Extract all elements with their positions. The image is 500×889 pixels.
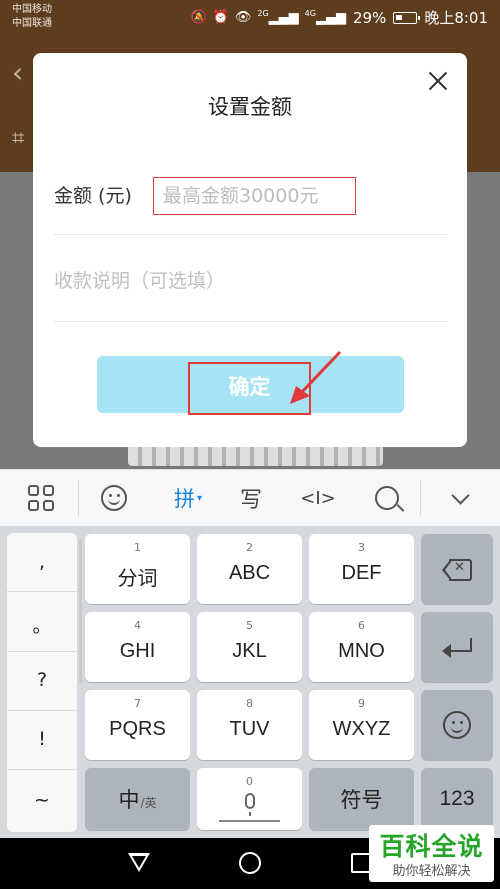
note-input[interactable]: 收款说明（可选填）: [54, 266, 225, 293]
watermark-logo: 百科全说 助你轻松解决: [369, 825, 494, 882]
punct-divider: [7, 651, 77, 652]
space-bar-line: [219, 820, 280, 822]
carrier-info: 中国移动 中国联通: [12, 3, 52, 31]
battery-percent: 29%: [352, 8, 387, 27]
punct-comma[interactable]: ,: [7, 551, 77, 573]
nav-home-icon[interactable]: [239, 852, 261, 874]
clock: 晚上8:01: [424, 9, 488, 27]
watermark-title: 百科全说: [379, 832, 484, 861]
set-amount-dialog: 设置金额 金额 (元) 最高金额30000元 收款说明（可选填） 确定: [33, 53, 467, 447]
back-arrow-icon: ‹: [12, 56, 24, 89]
search-icon[interactable]: [373, 480, 401, 516]
collapse-chevron-icon[interactable]: [446, 480, 474, 516]
dialog-title: 设置金额: [208, 95, 292, 119]
mic-icon: [244, 793, 255, 816]
key-3-def[interactable]: 3 DEF: [309, 534, 414, 604]
key-4-ghi[interactable]: 4 GHI: [85, 612, 190, 682]
eye-icon: 👁: [234, 9, 252, 25]
toolbar-separator: [420, 480, 421, 516]
space-key[interactable]: 0: [197, 768, 302, 830]
carrier-1: 中国移动: [12, 4, 52, 15]
mute-icon: 🔕: [190, 9, 207, 25]
signal-icon-2: 4G▂▄▆: [304, 9, 346, 26]
handwrite-button[interactable]: 写: [236, 480, 266, 516]
key-8-tuv[interactable]: 8 TUV: [197, 690, 302, 760]
punct-divider: [7, 591, 77, 592]
punct-scrollbar[interactable]: [79, 539, 82, 683]
cursor-button[interactable]: <I>: [300, 480, 336, 516]
punct-question[interactable]: ?: [7, 669, 77, 691]
amount-input[interactable]: 最高金额30000元: [153, 177, 356, 215]
emoji-icon: [443, 711, 471, 739]
number-switch-key[interactable]: 123: [421, 768, 493, 830]
backspace-icon: [442, 559, 472, 581]
watermark-subtitle: 助你轻松解决: [392, 864, 471, 879]
divider: [54, 234, 447, 235]
menu-grid-icon[interactable]: [27, 480, 55, 516]
backspace-key[interactable]: [421, 534, 493, 604]
close-icon[interactable]: [425, 68, 451, 94]
punct-divider: [7, 710, 77, 711]
alarm-icon: ⏰: [212, 9, 229, 25]
emoji-toolbar-icon[interactable]: [100, 480, 128, 516]
annotation-arrow: [290, 350, 342, 404]
nav-back-icon[interactable]: [128, 853, 150, 872]
carrier-2: 中国联通: [12, 18, 52, 29]
battery-icon: [393, 11, 421, 24]
key-9-wxyz[interactable]: 9 WXYZ: [309, 690, 414, 760]
nav-recent-icon[interactable]: [351, 853, 371, 873]
enter-key[interactable]: [421, 612, 493, 682]
keyboard-toolbar: 拼 ▾ 写 <I>: [0, 469, 500, 526]
toolbar-separator: [78, 480, 79, 516]
punct-tilde[interactable]: ~: [7, 789, 77, 811]
punct-divider: [7, 769, 77, 770]
key-5-jkl[interactable]: 5 JKL: [197, 612, 302, 682]
key-2-abc[interactable]: 2 ABC: [197, 534, 302, 604]
punct-period[interactable]: 。: [7, 611, 77, 638]
symbol-key[interactable]: 符号: [309, 768, 414, 830]
status-bar: 中国移动 中国联通 🔕 ⏰ 👁 2G▂▄▆ 4G▂▄▆ 29% 晚上8:01: [0, 0, 500, 36]
key-1-segment[interactable]: 1 分词: [85, 534, 190, 604]
amount-label: 金额 (元): [54, 185, 132, 207]
signal-icon-1: 2G▂▄▆: [257, 9, 299, 26]
emoji-key[interactable]: [421, 690, 493, 760]
punct-exclaim[interactable]: !: [7, 728, 77, 750]
punctuation-list[interactable]: , 。 ? ! ~: [7, 533, 82, 832]
enter-icon: [442, 636, 472, 658]
lang-switch-key[interactable]: 中/英: [85, 768, 190, 830]
key-6-mno[interactable]: 6 MNO: [309, 612, 414, 682]
status-right: 🔕 ⏰ 👁 2G▂▄▆ 4G▂▄▆ 29% 晚上8:01: [190, 7, 488, 28]
status-icons: 🔕 ⏰ 👁 2G▂▄▆ 4G▂▄▆: [190, 9, 345, 25]
scan-icon: ⌗: [12, 126, 25, 151]
key-7-pqrs[interactable]: 7 PQRS: [85, 690, 190, 760]
divider: [54, 321, 447, 322]
pinyin-mode-button[interactable]: 拼 ▾: [166, 480, 210, 516]
keyboard: , 。 ? ! ~ 1分词 2ABC 3DEF 4GHI 5JKL 6MNO 7…: [0, 526, 500, 838]
